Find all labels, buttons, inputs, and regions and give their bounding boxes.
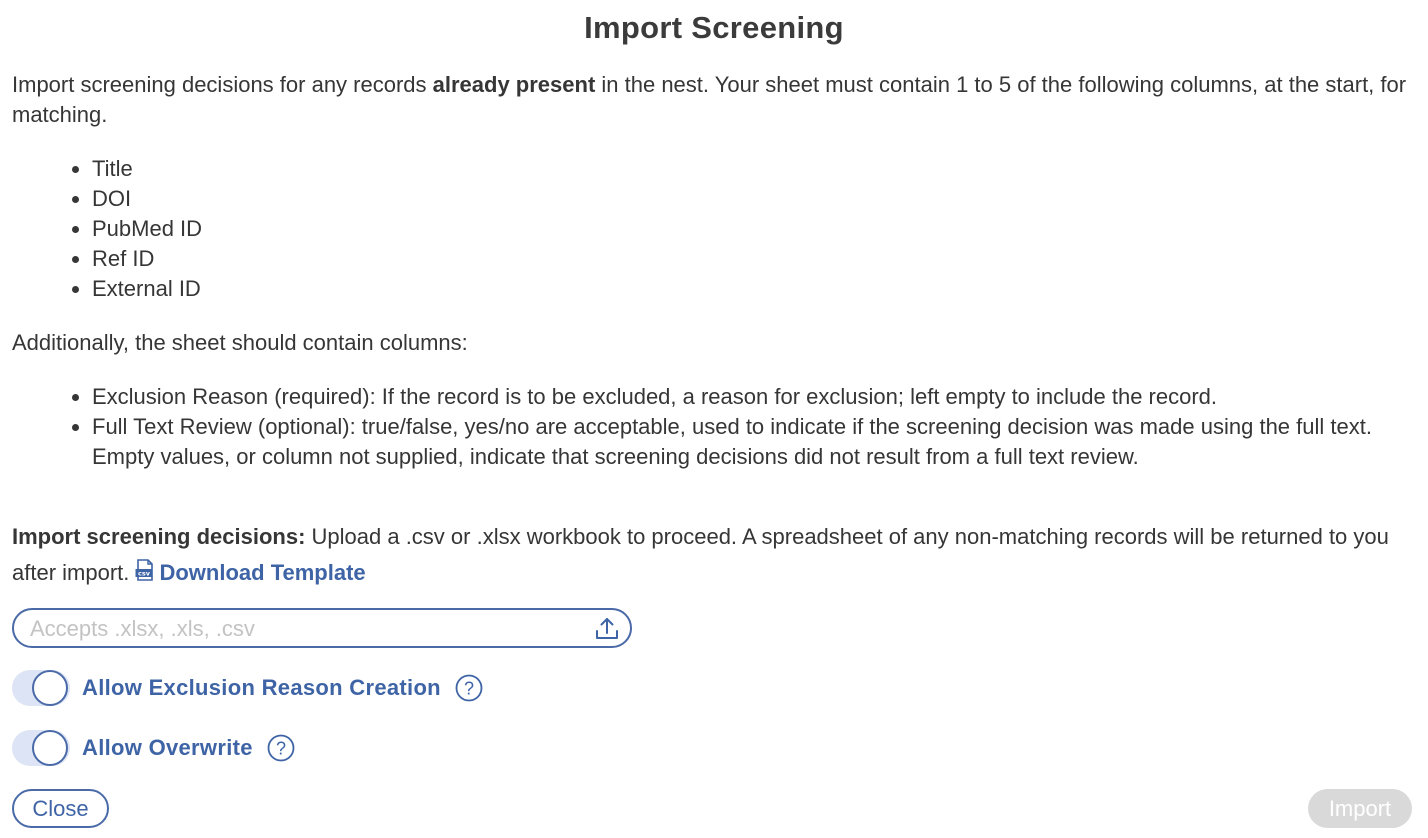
dialog-title: Import Screening — [584, 10, 844, 45]
question-circle-icon[interactable]: ? — [267, 734, 295, 762]
additional-heading: Additionally, the sheet should contain c… — [12, 330, 468, 355]
allow-exclusion-reason-creation-row: Allow Exclusion Reason Creation ? — [12, 668, 483, 708]
svg-text:?: ? — [464, 679, 474, 699]
list-item: Full Text Review (optional): true/false,… — [92, 412, 1416, 472]
intro-paragraph: Import screening decisions for any recor… — [12, 70, 1416, 130]
download-template-link[interactable]: csv Download Template — [135, 559, 366, 585]
list-item: PubMed ID — [92, 214, 1416, 244]
match-columns-list: Title DOI PubMed ID Ref ID External ID — [12, 154, 1416, 304]
toggle-knob — [32, 730, 68, 766]
import-screening-dialog: Import Screening Import screening decisi… — [0, 0, 1428, 838]
allow-exclusion-reason-creation-label: Allow Exclusion Reason Creation — [82, 675, 441, 700]
upload-icon[interactable] — [594, 616, 620, 642]
close-button[interactable]: Close — [12, 789, 109, 828]
file-upload-input[interactable] — [30, 616, 590, 642]
allow-exclusion-reason-creation-toggle[interactable] — [12, 670, 70, 706]
list-item: Ref ID — [92, 244, 1416, 274]
list-item: DOI — [92, 184, 1416, 214]
file-upload-field[interactable] — [12, 608, 632, 648]
additional-columns-list: Exclusion Reason (required): If the reco… — [12, 382, 1416, 472]
list-item: Title — [92, 154, 1416, 184]
toggle-knob — [32, 670, 68, 706]
allow-overwrite-row: Allow Overwrite ? — [12, 728, 295, 768]
svg-text:?: ? — [276, 739, 286, 759]
upload-instructions: Import screening decisions: Upload a .cs… — [12, 519, 1416, 591]
upload-label-bold: Import screening decisions: — [12, 524, 306, 549]
download-template-label: Download Template — [159, 560, 366, 585]
allow-overwrite-label: Allow Overwrite — [82, 735, 253, 760]
list-item: Exclusion Reason (required): If the reco… — [92, 382, 1416, 412]
svg-text:csv: csv — [139, 570, 152, 578]
list-item: External ID — [92, 274, 1416, 304]
intro-text-before: Import screening decisions for any recor… — [12, 72, 433, 97]
csv-file-icon: csv — [135, 559, 154, 581]
import-button[interactable]: Import — [1308, 789, 1412, 828]
allow-overwrite-toggle[interactable] — [12, 730, 70, 766]
intro-bold-text: already present — [432, 72, 596, 97]
question-circle-icon[interactable]: ? — [455, 674, 483, 702]
